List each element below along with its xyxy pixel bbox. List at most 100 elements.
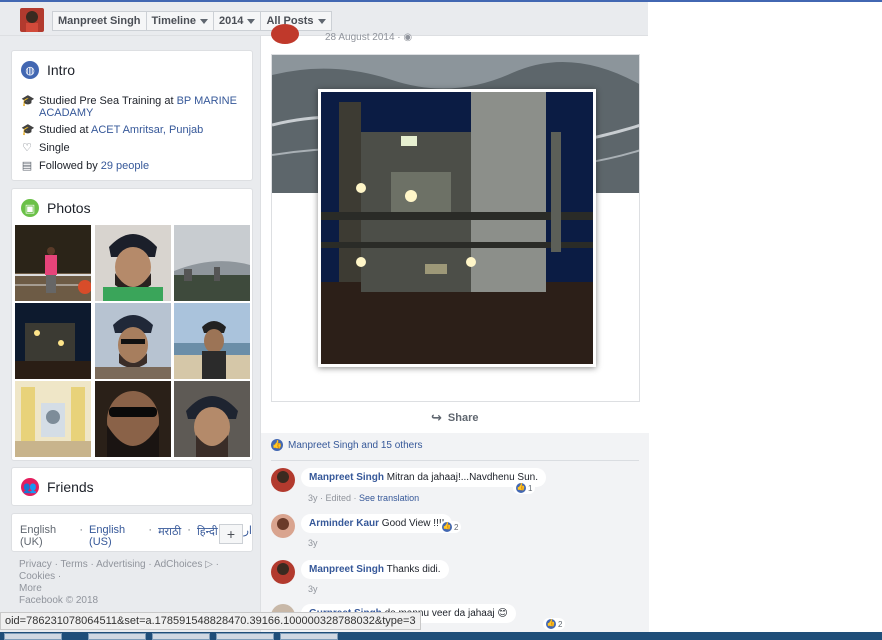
commenter-name[interactable]: Manpreet Singh: [309, 564, 384, 575]
commenter-name[interactable]: Arminder Kaur: [309, 518, 379, 529]
year-dropdown[interactable]: 2014: [214, 12, 262, 30]
profile-name-button[interactable]: Manpreet Singh: [53, 12, 147, 30]
comment-reactions[interactable]: 👍 2: [543, 618, 566, 630]
add-language-button[interactable]: +: [219, 524, 243, 544]
language-list: English (UK) · English (US) · मराठी · हि…: [20, 524, 252, 548]
comment-bubble: Arminder Kaur Good View !!!!: [301, 514, 453, 533]
copyright-text: Facebook © 2018: [19, 595, 99, 606]
page-footer: Privacy · Terms · Advertising · AdChoice…: [19, 559, 254, 607]
taskbar-button[interactable]: [216, 633, 274, 640]
separator: ·: [148, 524, 153, 536]
chevron-down-icon: [199, 18, 208, 24]
intro-education: 🎓 Studied at ACET Amritsar, Punjab: [21, 124, 246, 136]
comment-time[interactable]: 3y: [308, 584, 318, 594]
taskbar-button[interactable]: [4, 633, 62, 640]
graduation-cap-icon: 🎓: [21, 95, 35, 107]
share-button[interactable]: ↪ Share: [431, 410, 478, 426]
comment-text: Thanks didi.: [386, 564, 441, 575]
reaction-count: 1: [528, 483, 533, 493]
edited-label[interactable]: Edited: [326, 493, 352, 503]
intro-followers: ▤ Followed by 29 people: [21, 160, 246, 172]
commenter-avatar[interactable]: [271, 468, 295, 492]
comment-meta: 3y: [308, 538, 318, 548]
divider: [271, 460, 639, 461]
photo-thumbnail[interactable]: [95, 381, 171, 457]
photo-thumbnail[interactable]: [15, 303, 91, 379]
photo-thumbnail[interactable]: [15, 225, 91, 301]
comment-bubble: Manpreet Singh Mitran da jahaaj!...Navdh…: [301, 468, 547, 487]
likes-text: Manpreet Singh and 15 others: [288, 439, 423, 451]
privacy-link[interactable]: Privacy: [19, 559, 52, 570]
cookies-link[interactable]: Cookies: [19, 571, 55, 582]
languages-card: English (UK) · English (US) · मराठी · हि…: [11, 513, 253, 552]
photos-card: ▣ Photos: [11, 188, 253, 461]
likes-summary[interactable]: 👍 Manpreet Singh and 15 others: [271, 439, 423, 451]
separator: ·: [54, 559, 58, 570]
friends-title[interactable]: Friends: [47, 479, 94, 495]
language-hindi[interactable]: हिन्दी: [197, 524, 218, 548]
terms-link[interactable]: Terms: [61, 559, 88, 570]
timeline-post: 28 August 2014 · ◉ ↪ Share 👍 Manpreet Si…: [260, 24, 649, 640]
photo-thumbnail[interactable]: [174, 303, 250, 379]
year-label: 2014: [218, 15, 244, 27]
comment-meta: 3y: [308, 584, 318, 594]
more-link[interactable]: More: [19, 583, 254, 595]
taskbar-button[interactable]: [88, 633, 146, 640]
chevron-down-icon: [247, 18, 256, 24]
taskbar-button[interactable]: [280, 633, 338, 640]
intro-title: Intro: [47, 62, 76, 78]
language-english-uk: English (UK): [20, 524, 57, 548]
separator: ·: [57, 571, 62, 582]
like-icon: 👍: [442, 522, 452, 532]
reaction-count: 2: [558, 619, 563, 629]
taskbar-button[interactable]: [152, 633, 210, 640]
timeline-label: Timeline: [151, 15, 196, 27]
post-photo[interactable]: [271, 54, 640, 402]
graduation-cap-icon: 🎓: [21, 124, 35, 136]
comment-time[interactable]: 3y: [308, 538, 318, 548]
college-link[interactable]: ACET Amritsar, Punjab: [91, 124, 203, 136]
photo-thumbnail[interactable]: [95, 225, 171, 301]
heart-icon: ♡: [22, 142, 32, 154]
photo-thumbnail[interactable]: [95, 303, 171, 379]
commenter-name[interactable]: Manpreet Singh: [309, 472, 384, 483]
ship-photo[interactable]: [318, 89, 596, 367]
comment-text: Mitran da jahaaj!...Navdhenu Sun.: [386, 472, 539, 483]
friends-header: 👥 Friends: [21, 478, 94, 496]
friends-card: 👥 Friends: [11, 467, 253, 506]
intro-text: Studied Pre Sea Training at: [39, 95, 174, 107]
commenter-avatar[interactable]: [271, 514, 295, 538]
language-marathi[interactable]: मराठी: [158, 524, 181, 548]
comment-meta: 3y · Edited · See translation: [308, 493, 420, 503]
profile-avatar[interactable]: [20, 8, 44, 32]
globe-icon: ◍: [21, 61, 39, 79]
reaction-count: 2: [454, 522, 459, 532]
footer-links: Privacy · Terms · Advertising · AdChoice…: [19, 559, 254, 583]
photo-thumbnail[interactable]: [174, 381, 250, 457]
photos-title[interactable]: Photos: [47, 200, 91, 216]
comment-reactions[interactable]: 👍 2: [439, 521, 462, 533]
see-translation-link[interactable]: See translation: [359, 493, 419, 503]
share-label: Share: [447, 412, 479, 424]
profile-name-label: Manpreet Singh: [58, 15, 141, 27]
language-english-us[interactable]: English (US): [89, 524, 142, 548]
commenter-avatar[interactable]: [271, 560, 295, 584]
separator: ·: [148, 559, 152, 570]
advertising-link[interactable]: Advertising: [96, 559, 145, 570]
comment-time[interactable]: 3y: [308, 493, 318, 503]
relationship-status: Single: [39, 142, 70, 154]
comment-reactions[interactable]: 👍 1: [513, 482, 536, 494]
followers-icon: ▤: [21, 160, 33, 172]
intro-text: Studied at: [39, 124, 89, 136]
poster-avatar[interactable]: [271, 24, 299, 44]
separator: ·: [187, 524, 191, 536]
timeline-dropdown[interactable]: Timeline: [147, 12, 214, 30]
adchoices-link[interactable]: AdChoices ▷: [154, 559, 213, 570]
photo-icon: ▣: [21, 199, 39, 217]
followers-link[interactable]: 29 people: [101, 160, 149, 172]
chevron-down-icon: [317, 18, 326, 24]
photo-thumbnail[interactable]: [174, 225, 250, 301]
post-timestamp[interactable]: 28 August 2014 · ◉: [325, 32, 412, 43]
photo-thumbnail[interactable]: [15, 381, 91, 457]
like-icon: 👍: [546, 619, 556, 629]
